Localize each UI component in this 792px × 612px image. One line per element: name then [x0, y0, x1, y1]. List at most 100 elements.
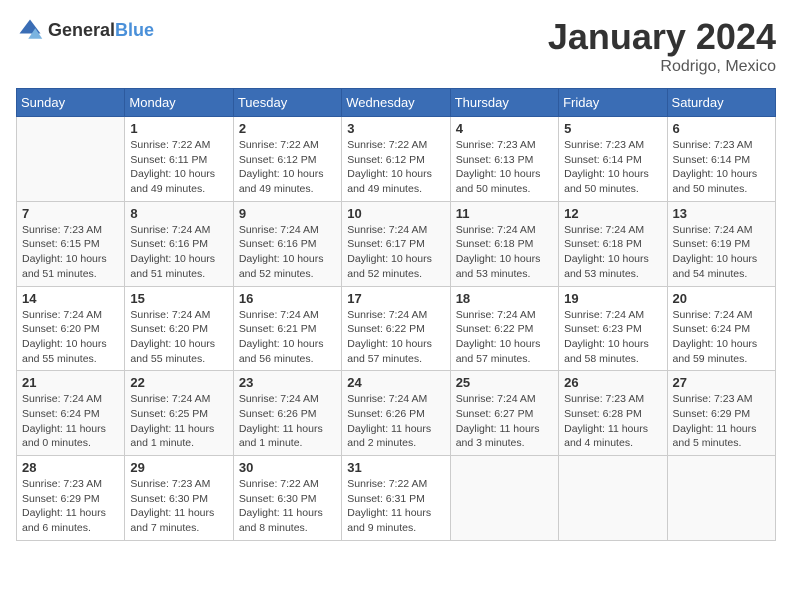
day-info: Sunrise: 7:24 AM Sunset: 6:18 PM Dayligh…	[456, 223, 553, 282]
calendar-cell: 26 Sunrise: 7:23 AM Sunset: 6:28 PM Dayli…	[559, 371, 667, 456]
calendar-cell	[450, 456, 558, 541]
day-number: 28	[22, 460, 119, 475]
calendar-cell	[17, 117, 125, 202]
day-number: 14	[22, 291, 119, 306]
calendar-cell: 12 Sunrise: 7:24 AM Sunset: 6:18 PM Dayli…	[559, 201, 667, 286]
day-info: Sunrise: 7:23 AM Sunset: 6:14 PM Dayligh…	[673, 138, 770, 197]
day-number: 1	[130, 121, 227, 136]
page-header: GeneralBlue January 2024 Rodrigo, Mexico	[16, 16, 776, 76]
day-info: Sunrise: 7:22 AM Sunset: 6:12 PM Dayligh…	[347, 138, 444, 197]
logo-text-blue: Blue	[115, 20, 154, 40]
calendar-cell: 31 Sunrise: 7:22 AM Sunset: 6:31 PM Dayli…	[342, 456, 450, 541]
day-info: Sunrise: 7:24 AM Sunset: 6:19 PM Dayligh…	[673, 223, 770, 282]
calendar-cell: 5 Sunrise: 7:23 AM Sunset: 6:14 PM Daylig…	[559, 117, 667, 202]
day-info: Sunrise: 7:22 AM Sunset: 6:12 PM Dayligh…	[239, 138, 336, 197]
day-info: Sunrise: 7:23 AM Sunset: 6:13 PM Dayligh…	[456, 138, 553, 197]
day-info: Sunrise: 7:22 AM Sunset: 6:11 PM Dayligh…	[130, 138, 227, 197]
calendar-cell: 15Sunrise: 7:24 AM Sunset: 6:20 PM Dayli…	[125, 286, 233, 371]
logo: GeneralBlue	[16, 16, 154, 44]
calendar-cell: 19 Sunrise: 7:24 AM Sunset: 6:23 PM Dayli…	[559, 286, 667, 371]
day-number: 6	[673, 121, 770, 136]
week-row-3: 14 Sunrise: 7:24 AM Sunset: 6:20 PM Dayli…	[17, 286, 776, 371]
week-row-1: 1 Sunrise: 7:22 AM Sunset: 6:11 PM Daylig…	[17, 117, 776, 202]
calendar-cell: 22 Sunrise: 7:24 AM Sunset: 6:25 PM Dayli…	[125, 371, 233, 456]
day-number: 26	[564, 375, 661, 390]
day-number: 12	[564, 206, 661, 221]
day-number: 22	[130, 375, 227, 390]
day-info: Sunrise: 7:24 AM Sunset: 6:16 PM Dayligh…	[239, 223, 336, 282]
calendar-cell: 29 Sunrise: 7:23 AM Sunset: 6:30 PM Dayli…	[125, 456, 233, 541]
calendar-cell: 25 Sunrise: 7:24 AM Sunset: 6:27 PM Dayli…	[450, 371, 558, 456]
day-info: Sunrise: 7:24 AM Sunset: 6:18 PM Dayligh…	[564, 223, 661, 282]
week-row-2: 7Sunrise: 7:23 AM Sunset: 6:15 PM Daylig…	[17, 201, 776, 286]
calendar-cell: 28 Sunrise: 7:23 AM Sunset: 6:29 PM Dayli…	[17, 456, 125, 541]
calendar-cell: 14 Sunrise: 7:24 AM Sunset: 6:20 PM Dayli…	[17, 286, 125, 371]
month-year-title: January 2024	[548, 16, 776, 58]
calendar-cell: 18Sunrise: 7:24 AM Sunset: 6:22 PM Dayli…	[450, 286, 558, 371]
calendar-cell: 27 Sunrise: 7:23 AM Sunset: 6:29 PM Dayli…	[667, 371, 775, 456]
day-number: 30	[239, 460, 336, 475]
day-number: 16	[239, 291, 336, 306]
day-number: 24	[347, 375, 444, 390]
day-number: 8	[130, 206, 227, 221]
day-info: Sunrise: 7:24 AM Sunset: 6:25 PM Dayligh…	[130, 392, 227, 451]
calendar-cell: 2Sunrise: 7:22 AM Sunset: 6:12 PM Daylig…	[233, 117, 341, 202]
day-number: 19	[564, 291, 661, 306]
day-info: Sunrise: 7:24 AM Sunset: 6:20 PM Dayligh…	[130, 308, 227, 367]
day-number: 9	[239, 206, 336, 221]
day-number: 23	[239, 375, 336, 390]
day-info: Sunrise: 7:24 AM Sunset: 6:24 PM Dayligh…	[22, 392, 119, 451]
day-info: Sunrise: 7:24 AM Sunset: 6:17 PM Dayligh…	[347, 223, 444, 282]
header-thursday: Thursday	[450, 89, 558, 117]
logo-icon	[16, 16, 44, 44]
day-number: 3	[347, 121, 444, 136]
day-number: 27	[673, 375, 770, 390]
calendar-cell	[667, 456, 775, 541]
day-info: Sunrise: 7:23 AM Sunset: 6:14 PM Dayligh…	[564, 138, 661, 197]
day-info: Sunrise: 7:23 AM Sunset: 6:29 PM Dayligh…	[22, 477, 119, 536]
day-number: 11	[456, 206, 553, 221]
calendar-header-row: SundayMondayTuesdayWednesdayThursdayFrid…	[17, 89, 776, 117]
day-number: 7	[22, 206, 119, 221]
calendar-cell: 8Sunrise: 7:24 AM Sunset: 6:16 PM Daylig…	[125, 201, 233, 286]
calendar-table: SundayMondayTuesdayWednesdayThursdayFrid…	[16, 88, 776, 541]
day-number: 18	[456, 291, 553, 306]
day-info: Sunrise: 7:22 AM Sunset: 6:30 PM Dayligh…	[239, 477, 336, 536]
day-info: Sunrise: 7:23 AM Sunset: 6:28 PM Dayligh…	[564, 392, 661, 451]
day-number: 29	[130, 460, 227, 475]
day-number: 20	[673, 291, 770, 306]
day-info: Sunrise: 7:24 AM Sunset: 6:23 PM Dayligh…	[564, 308, 661, 367]
calendar-cell	[559, 456, 667, 541]
day-info: Sunrise: 7:23 AM Sunset: 6:30 PM Dayligh…	[130, 477, 227, 536]
day-info: Sunrise: 7:24 AM Sunset: 6:22 PM Dayligh…	[347, 308, 444, 367]
day-info: Sunrise: 7:24 AM Sunset: 6:24 PM Dayligh…	[673, 308, 770, 367]
header-tuesday: Tuesday	[233, 89, 341, 117]
calendar-cell: 17 Sunrise: 7:24 AM Sunset: 6:22 PM Dayli…	[342, 286, 450, 371]
calendar-cell: 10Sunrise: 7:24 AM Sunset: 6:17 PM Dayli…	[342, 201, 450, 286]
day-info: Sunrise: 7:24 AM Sunset: 6:21 PM Dayligh…	[239, 308, 336, 367]
day-number: 17	[347, 291, 444, 306]
calendar-cell: 30 Sunrise: 7:22 AM Sunset: 6:30 PM Dayli…	[233, 456, 341, 541]
day-number: 31	[347, 460, 444, 475]
header-sunday: Sunday	[17, 89, 125, 117]
day-info: Sunrise: 7:23 AM Sunset: 6:29 PM Dayligh…	[673, 392, 770, 451]
calendar-cell: 21Sunrise: 7:24 AM Sunset: 6:24 PM Dayli…	[17, 371, 125, 456]
calendar-cell: 13Sunrise: 7:24 AM Sunset: 6:19 PM Dayli…	[667, 201, 775, 286]
header-saturday: Saturday	[667, 89, 775, 117]
calendar-cell: 23 Sunrise: 7:24 AM Sunset: 6:26 PM Dayli…	[233, 371, 341, 456]
day-number: 4	[456, 121, 553, 136]
week-row-5: 28 Sunrise: 7:23 AM Sunset: 6:29 PM Dayli…	[17, 456, 776, 541]
calendar-cell: 7Sunrise: 7:23 AM Sunset: 6:15 PM Daylig…	[17, 201, 125, 286]
day-info: Sunrise: 7:24 AM Sunset: 6:27 PM Dayligh…	[456, 392, 553, 451]
day-number: 5	[564, 121, 661, 136]
day-info: Sunrise: 7:24 AM Sunset: 6:20 PM Dayligh…	[22, 308, 119, 367]
day-number: 25	[456, 375, 553, 390]
calendar-cell: 11 Sunrise: 7:24 AM Sunset: 6:18 PM Dayli…	[450, 201, 558, 286]
day-info: Sunrise: 7:24 AM Sunset: 6:26 PM Dayligh…	[239, 392, 336, 451]
calendar-cell: 9 Sunrise: 7:24 AM Sunset: 6:16 PM Daylig…	[233, 201, 341, 286]
logo-text-general: General	[48, 20, 115, 40]
calendar-cell: 24Sunrise: 7:24 AM Sunset: 6:26 PM Dayli…	[342, 371, 450, 456]
day-info: Sunrise: 7:22 AM Sunset: 6:31 PM Dayligh…	[347, 477, 444, 536]
week-row-4: 21Sunrise: 7:24 AM Sunset: 6:24 PM Dayli…	[17, 371, 776, 456]
calendar-cell: 4 Sunrise: 7:23 AM Sunset: 6:13 PM Daylig…	[450, 117, 558, 202]
